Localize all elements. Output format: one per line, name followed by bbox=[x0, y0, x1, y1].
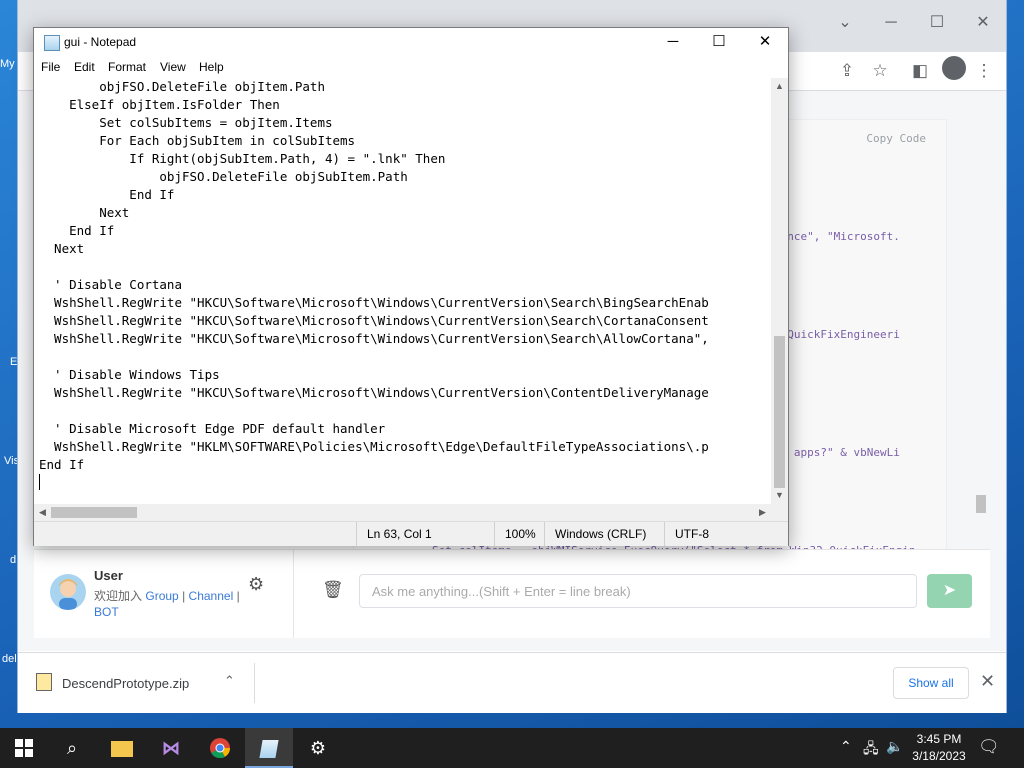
menu-help[interactable]: Help bbox=[199, 60, 224, 74]
avatar bbox=[50, 574, 86, 610]
scroll-right-arrow-icon[interactable]: ▶ bbox=[754, 504, 771, 521]
vertical-scrollbar[interactable]: ▲ ▼ bbox=[771, 78, 788, 504]
status-position: Ln 63, Col 1 bbox=[356, 522, 496, 546]
status-bar: Ln 63, Col 1 100% Windows (CRLF) UTF-8 bbox=[34, 521, 788, 546]
desktop-icon-label[interactable]: My bbox=[0, 58, 15, 70]
clock[interactable]: 3:45 PM 3/18/2023 bbox=[908, 731, 970, 765]
chevron-up-icon[interactable]: ⌃ bbox=[840, 738, 852, 755]
vertical-scrollbar-thumb[interactable] bbox=[774, 336, 785, 488]
gear-icon[interactable]: ⚙ bbox=[248, 574, 264, 595]
user-desc-prefix: 欢迎加入 bbox=[94, 589, 143, 603]
menu-dots-icon[interactable]: ⋮ bbox=[971, 58, 997, 84]
notepad-icon bbox=[44, 35, 60, 51]
scroll-down-arrow-icon[interactable]: ▼ bbox=[771, 487, 788, 504]
download-filename: DescendPrototype.zip bbox=[62, 676, 190, 691]
show-all-button[interactable]: Show all bbox=[893, 667, 969, 699]
trash-icon[interactable]: 🗑 bbox=[322, 580, 344, 600]
horizontal-scrollbar-thumb[interactable] bbox=[51, 507, 137, 518]
notepad-window: gui - Notepad ─ ☐ ✕ File Edit Format Vie… bbox=[33, 27, 789, 546]
divider bbox=[293, 550, 294, 638]
clock-time: 3:45 PM bbox=[916, 732, 962, 746]
code-fragment: 2_QuickFixEngineeri bbox=[774, 328, 900, 341]
zip-file-icon bbox=[36, 673, 52, 691]
page-scrollbar[interactable] bbox=[974, 107, 988, 567]
editor-text: objFSO.DeleteFile objItem.Path ElseIf ob… bbox=[39, 79, 709, 472]
scroll-up-arrow-icon[interactable]: ▲ bbox=[771, 78, 788, 95]
divider bbox=[254, 663, 255, 703]
send-button[interactable]: ➤ bbox=[927, 574, 972, 608]
chrome-icon[interactable] bbox=[196, 728, 244, 768]
text-caret bbox=[39, 474, 40, 490]
minimize-button[interactable]: ─ bbox=[650, 28, 696, 56]
search-icon[interactable]: ⌕ bbox=[48, 728, 96, 768]
channel-link[interactable]: Channel bbox=[189, 589, 234, 603]
settings-gear-icon[interactable]: ⚙ bbox=[294, 728, 342, 768]
maximize-button[interactable]: ☐ bbox=[914, 8, 960, 38]
menubar: File Edit Format View Help bbox=[34, 56, 788, 78]
menu-file[interactable]: File bbox=[41, 60, 60, 74]
clock-date: 3/18/2023 bbox=[912, 749, 966, 763]
scroll-left-arrow-icon[interactable]: ◀ bbox=[34, 504, 51, 521]
notification-icon[interactable]: 🗨 bbox=[978, 737, 1000, 757]
side-panel-icon[interactable]: ◧ bbox=[907, 58, 933, 84]
scroll-corner bbox=[771, 504, 788, 521]
status-line-ending: Windows (CRLF) bbox=[544, 522, 664, 546]
text-editor[interactable]: objFSO.DeleteFile objItem.Path ElseIf ob… bbox=[34, 78, 771, 504]
file-explorer-icon[interactable] bbox=[98, 728, 146, 768]
chat-bar: User 欢迎加入 Group | Channel | BOT ⚙ 🗑 Ask … bbox=[34, 549, 990, 638]
page-scrollbar-thumb[interactable] bbox=[976, 495, 986, 513]
menu-edit[interactable]: Edit bbox=[74, 60, 95, 74]
bot-link[interactable]: BOT bbox=[94, 605, 119, 619]
user-name: User bbox=[94, 568, 123, 583]
desktop-icon-label[interactable]: d bbox=[10, 554, 16, 566]
tab-search-icon[interactable]: ⌄ bbox=[822, 8, 868, 38]
status-zoom: 100% bbox=[494, 522, 546, 546]
horizontal-scrollbar[interactable]: ◀ ▶ bbox=[34, 504, 771, 521]
taskbar: ⌕ ⋈ ⚙ ⌃ 🖧 🔈 3:45 PM 3/18/2023 🗨 bbox=[0, 728, 1024, 768]
notepad-titlebar[interactable]: gui - Notepad ─ ☐ ✕ bbox=[34, 28, 788, 56]
menu-format[interactable]: Format bbox=[108, 60, 146, 74]
maximize-button[interactable]: ☐ bbox=[696, 28, 742, 56]
user-description: 欢迎加入 Group | Channel | BOT bbox=[94, 588, 244, 620]
close-button[interactable]: ✕ bbox=[742, 28, 788, 56]
desktop-icon-label[interactable]: Vis bbox=[4, 455, 19, 467]
network-icon[interactable]: 🖧 bbox=[863, 738, 879, 762]
notepad-taskbar-icon[interactable] bbox=[245, 728, 293, 768]
close-button[interactable]: ✕ bbox=[960, 8, 1006, 38]
status-encoding: UTF-8 bbox=[664, 522, 788, 546]
ask-input[interactable]: Ask me anything...(Shift + Enter = line … bbox=[359, 574, 917, 608]
visual-studio-icon[interactable]: ⋈ bbox=[147, 728, 195, 768]
window-title: gui - Notepad bbox=[64, 35, 137, 49]
menu-view[interactable]: View bbox=[160, 60, 186, 74]
download-item[interactable]: DescendPrototype.zip bbox=[36, 673, 189, 691]
chevron-up-icon[interactable]: ⌃ bbox=[224, 673, 235, 689]
windows-logo-icon bbox=[15, 739, 33, 757]
separator: | bbox=[182, 589, 186, 603]
profile-avatar[interactable] bbox=[942, 56, 966, 80]
code-fragment: nance", "Microsoft. bbox=[774, 230, 900, 243]
share-icon[interactable]: ⇪ bbox=[834, 58, 860, 84]
volume-icon[interactable]: 🔈 bbox=[886, 738, 903, 755]
bookmark-star-icon[interactable]: ☆ bbox=[867, 58, 893, 84]
group-link[interactable]: Group bbox=[145, 589, 178, 603]
desktop-icon-label[interactable]: del bbox=[2, 653, 17, 665]
start-button[interactable] bbox=[0, 728, 48, 768]
copy-code-button[interactable]: Copy Code bbox=[866, 132, 926, 145]
minimize-button[interactable]: ─ bbox=[868, 8, 914, 38]
downloads-bar: DescendPrototype.zip ⌃ Show all ✕ bbox=[18, 652, 1006, 713]
desktop-icon-label[interactable]: E bbox=[10, 356, 17, 368]
separator: | bbox=[236, 589, 240, 603]
close-icon[interactable]: ✕ bbox=[980, 671, 995, 692]
code-fragment: re apps?" & vbNewLi bbox=[774, 446, 900, 459]
